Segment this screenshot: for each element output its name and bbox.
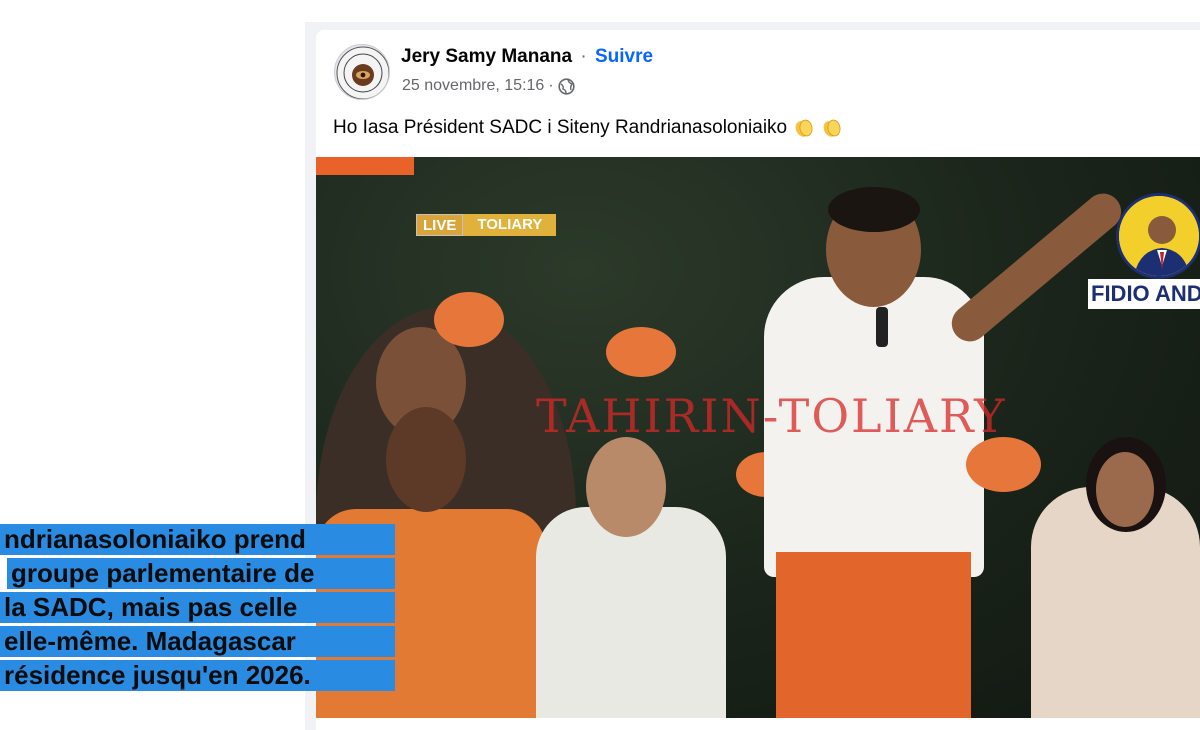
avatar-emblem-icon — [336, 46, 389, 99]
caption-line-5: résidence jusqu'en 2026. — [0, 660, 395, 691]
clapping-hands-icon — [793, 117, 815, 139]
author-avatar[interactable] — [334, 44, 390, 100]
channel-logo: FIDIO ANDRI — [1088, 193, 1200, 311]
clapping-hands-icon — [821, 117, 843, 139]
caption-line-1: ndrianasoloniaiko prend — [0, 524, 395, 555]
page: Jery Samy Manana · Suivre 25 novembre, 1… — [0, 0, 1200, 730]
speaker-hair — [828, 187, 920, 232]
microphone-icon — [876, 307, 888, 347]
follow-button[interactable]: Suivre — [595, 46, 653, 67]
caption-line-3: la SADC, mais pas celle — [0, 592, 395, 623]
logo-portrait — [1116, 193, 1200, 279]
orange-cap — [434, 292, 504, 347]
orange-hat — [966, 437, 1041, 492]
logo-text: FIDIO ANDRI — [1088, 279, 1200, 309]
speaker-trousers — [776, 552, 971, 718]
person-head — [386, 407, 466, 512]
caption-line-2: groupe parlementaire de — [7, 558, 395, 589]
post-video[interactable]: LIVE TOLIARY TAHIRIN-TOLIARY FIDIO ANDRI — [316, 157, 1200, 718]
woman-face — [1096, 452, 1154, 527]
orange-bar — [316, 157, 414, 175]
post-timestamp[interactable]: 25 novembre, 15:16 — [402, 77, 544, 95]
post-text: Ho Iasa Président SADC i Siteny Randrian… — [333, 117, 843, 139]
post-message: Ho Iasa Président SADC i Siteny Randrian… — [333, 117, 788, 138]
white-shirt — [536, 507, 726, 718]
author-line: Jery Samy Manana · Suivre — [401, 46, 653, 68]
live-label: LIVE — [416, 214, 464, 236]
watermark: TAHIRIN-TOLIARY — [536, 389, 1007, 443]
meta-separator: · — [548, 77, 554, 94]
person-head — [586, 437, 666, 537]
orange-cap — [606, 327, 676, 377]
live-badge: LIVE TOLIARY — [416, 214, 557, 236]
location-label: TOLIARY — [463, 214, 557, 236]
separator-dot: · — [580, 46, 587, 67]
globe-icon — [558, 77, 575, 95]
author-name[interactable]: Jery Samy Manana — [401, 46, 572, 67]
post-meta: 25 novembre, 15:16 · — [402, 77, 575, 95]
caption-line-4: elle-même. Madagascar — [0, 626, 395, 657]
